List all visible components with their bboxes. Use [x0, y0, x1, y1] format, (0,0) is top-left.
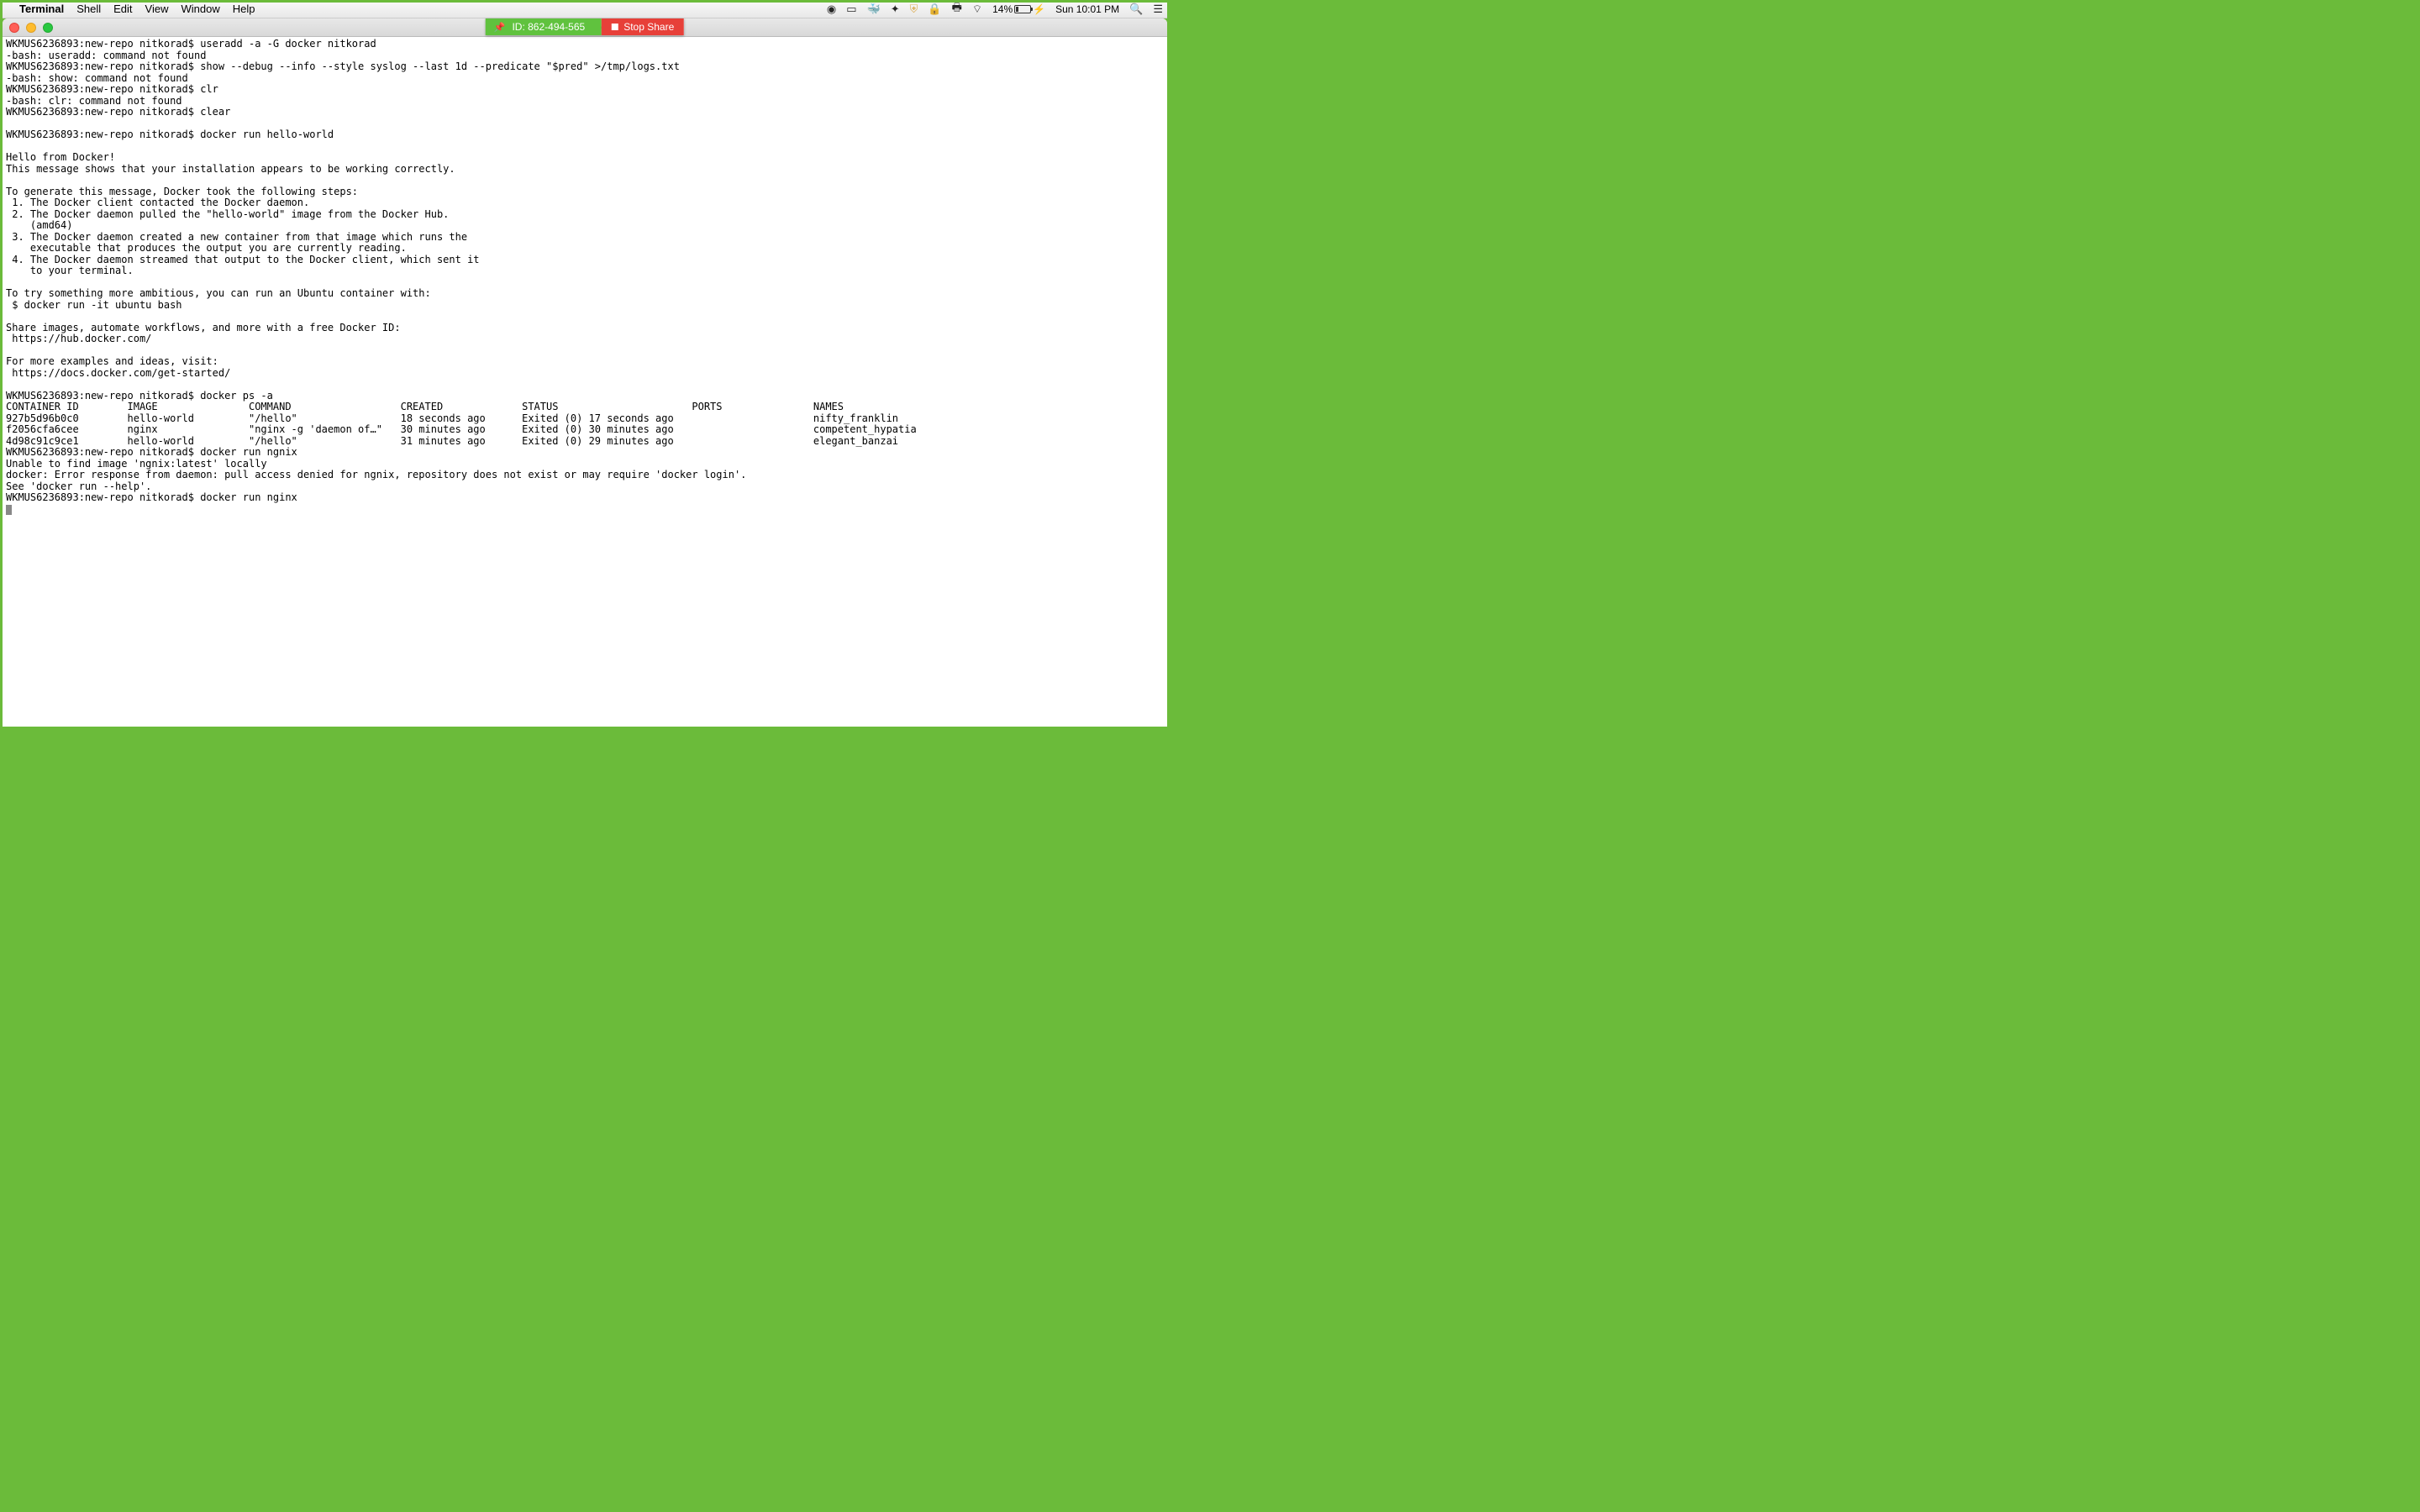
charging-icon: ⚡ — [1033, 3, 1045, 15]
menu-view[interactable]: View — [145, 3, 169, 15]
stop-share-label: Stop Share — [623, 21, 674, 33]
battery-status[interactable]: 14% ⚡ — [992, 3, 1045, 15]
pin-icon: 📌 — [494, 22, 506, 33]
minimize-button[interactable] — [26, 23, 36, 33]
spotlight-icon[interactable]: 🔍 — [1129, 3, 1143, 16]
zoom-button[interactable] — [43, 23, 53, 33]
share-id-panel[interactable]: 📌 ID: 862-494-565 — [486, 18, 602, 35]
menu-list-icon[interactable]: ☰ — [1153, 3, 1163, 16]
record-icon[interactable]: ◉ — [827, 3, 836, 16]
macos-menubar: Terminal Shell Edit View Window Help ◉ ▭… — [0, 0, 1170, 18]
lock-icon[interactable]: 🔒 — [928, 3, 941, 16]
wifi-icon[interactable]: ⌔ — [972, 3, 982, 16]
menu-shell[interactable]: Shell — [76, 3, 101, 15]
share-id-label: ID: 862-494-565 — [512, 21, 585, 33]
stop-icon — [612, 24, 618, 30]
menu-window[interactable]: Window — [182, 3, 220, 15]
battery-percent-label: 14% — [992, 3, 1013, 15]
menu-help[interactable]: Help — [233, 3, 255, 15]
app-menu[interactable]: Terminal — [19, 3, 64, 15]
battery-icon — [1014, 5, 1031, 13]
app-icon-1[interactable]: ✦ — [891, 3, 900, 16]
display-icon[interactable]: ▭ — [846, 3, 856, 16]
close-button[interactable] — [9, 23, 19, 33]
terminal-output[interactable]: WKMUS6236893:new-repo nitkorad$ useradd … — [3, 37, 1167, 727]
terminal-cursor — [6, 505, 12, 515]
docker-icon[interactable]: 🐳 — [867, 3, 881, 16]
shield-icon[interactable]: ⛨ — [910, 3, 918, 16]
printer-icon[interactable]: 🖶 — [952, 0, 962, 18]
menu-edit[interactable]: Edit — [113, 3, 132, 15]
screen-share-toolbar: 📌 ID: 862-494-565 Stop Share — [486, 18, 684, 35]
terminal-window: x — 204×60 WKMUS6236893:new-repo nitkora… — [3, 18, 1167, 727]
clock[interactable]: Sun 10:01 PM — [1055, 3, 1119, 15]
stop-share-button[interactable]: Stop Share — [602, 18, 684, 35]
